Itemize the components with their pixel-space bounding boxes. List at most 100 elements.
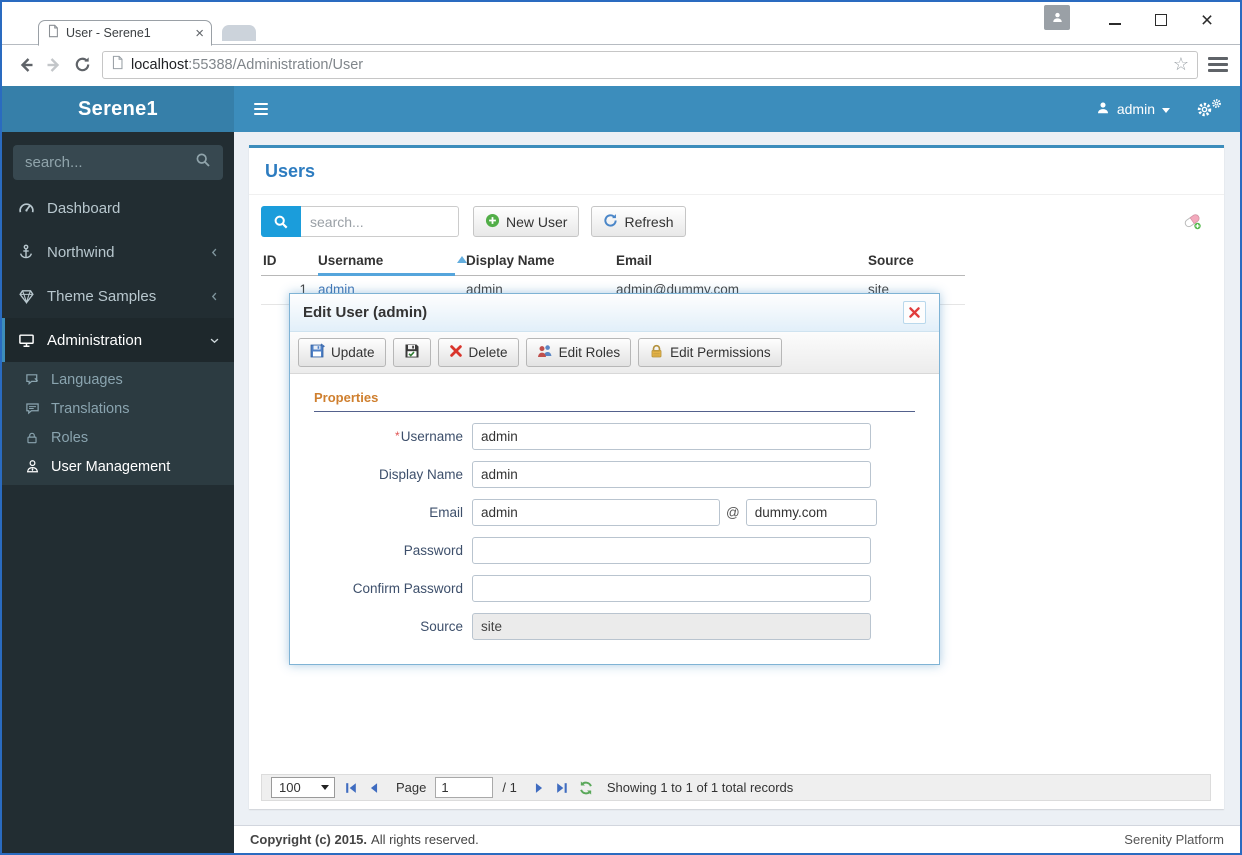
category-title: Properties [314, 390, 915, 412]
search-icon[interactable] [195, 152, 211, 173]
refresh-icon[interactable] [68, 55, 96, 74]
confirm-password-field[interactable] [472, 575, 871, 602]
display-name-field[interactable] [472, 461, 871, 488]
save-disk-icon [309, 343, 326, 362]
column-header-display-name[interactable]: Display Name [466, 253, 616, 268]
email-domain-field[interactable] [745, 499, 877, 526]
column-header-id[interactable]: ID [261, 253, 318, 268]
content-area: Users New User [234, 132, 1240, 853]
browser-toolbar: localhost :55388/Administration/User ☆ [2, 45, 1240, 84]
next-page-icon[interactable] [532, 781, 546, 795]
bookmark-star-icon[interactable]: ☆ [1173, 54, 1189, 75]
platform-label: Serenity Platform [1124, 832, 1224, 847]
sidebar-item-northwind[interactable]: Northwind [2, 230, 234, 274]
chat-bubble-icon [25, 372, 51, 387]
user-menu[interactable]: admin [1096, 101, 1170, 118]
column-header-username[interactable]: Username [318, 253, 467, 276]
sidebar-item-translations[interactable]: Translations [2, 394, 234, 423]
sidebar-search-input[interactable] [25, 154, 175, 171]
apply-changes-button[interactable] [392, 338, 431, 367]
dialog-titlebar[interactable]: Edit User (admin) [290, 294, 939, 332]
update-button[interactable]: Update [298, 338, 386, 367]
field-label-display-name: Display Name [378, 467, 463, 482]
dialog-toolbar: Update Delete Edit Roles Edit Permission… [290, 332, 939, 374]
edit-permissions-button[interactable]: Edit Permissions [638, 338, 782, 367]
password-field[interactable] [472, 537, 871, 564]
back-icon[interactable] [12, 55, 40, 75]
sidebar-toggle-icon[interactable] [254, 102, 268, 116]
sidebar-item-roles[interactable]: Roles [2, 423, 234, 452]
settings-gears-icon[interactable] [1196, 98, 1222, 120]
page-total: / 1 [502, 780, 517, 795]
user-suit-icon [25, 459, 51, 474]
chevron-down-icon [209, 335, 220, 346]
page-title: Users [249, 148, 1224, 195]
sidebar-item-theme-samples[interactable]: Theme Samples [2, 274, 234, 318]
source-field [472, 613, 871, 640]
rights-text: All rights reserved. [371, 832, 479, 847]
plus-circle-icon [485, 213, 500, 231]
column-header-source[interactable]: Source [868, 253, 964, 268]
tab-close-icon[interactable]: × [195, 26, 204, 41]
app-footer: Copyright (c) 2015. All rights reserved.… [234, 825, 1240, 853]
forward-icon[interactable] [40, 55, 68, 75]
browser-tab[interactable]: User - Serene1 × [38, 20, 212, 46]
refresh-arrows-icon [603, 213, 618, 231]
last-page-icon[interactable] [555, 781, 569, 795]
grid-header-row: ID Username Display Name Email Source [261, 249, 965, 276]
refresh-button[interactable]: Refresh [591, 206, 686, 237]
grid-search-button[interactable] [261, 206, 301, 237]
first-page-icon[interactable] [344, 781, 358, 795]
chevron-down-icon [1162, 107, 1170, 113]
reload-grid-icon[interactable] [578, 780, 594, 796]
sidebar-item-user-management[interactable]: User Management [2, 452, 234, 481]
minimize-button[interactable] [1092, 5, 1138, 35]
dialog-close-button[interactable] [903, 301, 926, 324]
grid-pager: 100 Page / 1 [261, 774, 1211, 801]
column-header-email[interactable]: Email [616, 253, 868, 268]
dialog-body: Properties *Username Display Name Email [290, 374, 939, 664]
edit-permissions-label: Edit Permissions [670, 345, 771, 360]
sidebar-item-languages[interactable]: Languages [2, 365, 234, 394]
edit-user-dialog: Edit User (admin) Update Delete Edit Rol… [289, 293, 940, 665]
field-label-email: Email [429, 505, 463, 520]
administration-submenu: Languages Translations Roles User Manage… [2, 362, 234, 485]
edit-roles-label: Edit Roles [558, 345, 621, 360]
gold-lock-icon [649, 344, 664, 362]
browser-profile-icon[interactable] [1044, 4, 1070, 30]
user-icon [1096, 101, 1110, 118]
new-tab-button[interactable] [222, 25, 256, 41]
save-apply-disk-icon [404, 343, 420, 362]
new-user-button[interactable]: New User [473, 206, 580, 237]
page-size-value: 100 [279, 780, 301, 795]
app-navbar: Serene1 admin [2, 86, 1240, 132]
gem-icon [18, 288, 47, 305]
sidebar-item-label: Theme Samples [47, 287, 157, 305]
user-menu-label: admin [1116, 101, 1155, 117]
username-field[interactable] [472, 423, 871, 450]
page-number-input[interactable] [435, 777, 494, 798]
browser-window: User - Serene1 × × localhost :55388/Admi… [0, 0, 1242, 855]
window-close-button[interactable]: × [1184, 5, 1230, 35]
page-icon [111, 55, 124, 74]
page-size-select[interactable]: 100 [271, 777, 335, 798]
delete-label: Delete [468, 345, 508, 360]
grid-search-input[interactable] [301, 206, 459, 237]
prev-page-icon[interactable] [367, 781, 381, 795]
email-user-field[interactable] [472, 499, 720, 526]
sidebar-item-administration[interactable]: Administration [2, 318, 234, 362]
maximize-button[interactable] [1138, 5, 1184, 35]
edit-roles-button[interactable]: Edit Roles [525, 338, 632, 367]
app-brand[interactable]: Serene1 [2, 86, 234, 132]
sidebar-item-label: Northwind [47, 243, 115, 261]
browser-menu-icon[interactable] [1206, 57, 1230, 72]
chevron-left-icon [209, 247, 220, 258]
chevron-left-icon [209, 291, 220, 302]
include-deleted-icon[interactable] [1182, 211, 1202, 235]
sidebar-item-dashboard[interactable]: Dashboard [2, 186, 234, 230]
update-label: Update [331, 345, 375, 360]
delete-button[interactable]: Delete [437, 338, 519, 367]
address-bar[interactable]: localhost :55388/Administration/User ☆ [102, 50, 1198, 79]
sidebar-search[interactable] [13, 145, 223, 180]
comment-icon [25, 401, 51, 416]
